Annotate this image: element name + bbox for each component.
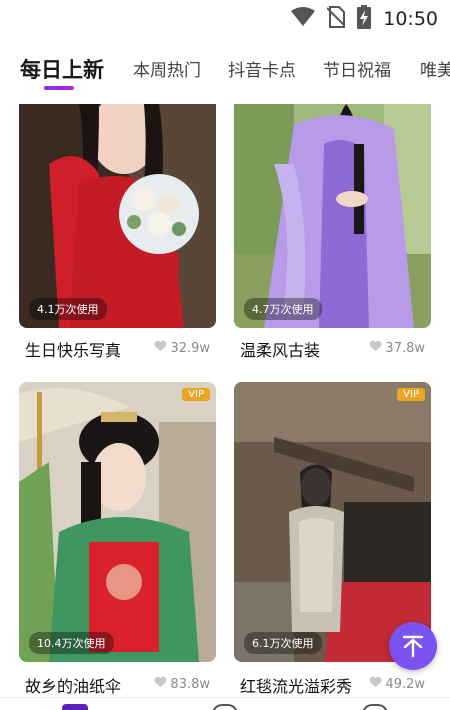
bottom-nav-profile-icon[interactable] — [362, 704, 388, 710]
template-card[interactable]: VIP 10.4万次使用 故乡的油纸伞 83.8w — [19, 382, 216, 696]
status-time: 10:50 — [383, 8, 438, 30]
template-title: 红毯流光溢彩秀 — [240, 677, 353, 696]
template-title: 温柔风古装 — [240, 341, 321, 360]
template-thumbnail[interactable]: 4.7万次使用 — [234, 104, 431, 328]
tab-weekly-hot[interactable]: 本周热门 — [133, 56, 201, 81]
tab-douyin-beat[interactable]: 抖音卡点 — [228, 56, 296, 81]
template-card[interactable]: VIP 6.1万次使用 红毯流光溢彩秀 49.2w — [234, 382, 431, 696]
back-to-top-button[interactable] — [389, 622, 437, 670]
like-count: 32.9w — [154, 340, 210, 356]
no-sim-icon — [326, 6, 346, 32]
heart-icon — [369, 676, 382, 692]
arrow-up-to-top-icon — [401, 634, 425, 662]
like-count-value: 32.9w — [170, 340, 210, 356]
template-title: 故乡的油纸伞 — [25, 677, 122, 696]
bottom-navigation — [0, 697, 450, 710]
template-card[interactable]: 4.7万次使用 温柔风古装 37.8w — [234, 104, 431, 360]
usage-count: 4.1万次使用 — [29, 298, 107, 320]
template-thumbnail[interactable]: 4.1万次使用 — [19, 104, 216, 328]
heart-icon — [154, 676, 167, 692]
like-count-value: 37.8w — [385, 340, 425, 356]
usage-count: 6.1万次使用 — [244, 632, 322, 654]
like-count: 83.8w — [154, 676, 210, 692]
template-thumbnail[interactable]: VIP 6.1万次使用 — [234, 382, 431, 662]
template-thumbnail[interactable]: VIP 10.4万次使用 — [19, 382, 216, 662]
bottom-nav-discover-icon[interactable] — [212, 704, 238, 710]
heart-icon — [369, 340, 382, 356]
tab-daily-new[interactable]: 每日上新 — [20, 54, 104, 84]
active-tab-indicator — [44, 86, 74, 90]
usage-count: 4.7万次使用 — [244, 298, 322, 320]
usage-count: 10.4万次使用 — [29, 632, 114, 654]
like-count-value: 83.8w — [170, 676, 210, 692]
like-count-value: 49.2w — [385, 676, 425, 692]
status-icons: 10:50 — [291, 5, 438, 33]
template-title: 生日快乐写真 — [25, 341, 122, 360]
vip-badge: VIP — [397, 388, 425, 401]
heart-icon — [154, 340, 167, 356]
tab-aesthetic[interactable]: 唯美 — [420, 56, 450, 81]
template-card[interactable]: 4.1万次使用 生日快乐写真 32.9w — [19, 104, 216, 360]
status-bar: 10:50 — [0, 0, 450, 36]
like-count: 37.8w — [369, 340, 425, 356]
tab-holiday-wishes[interactable]: 节日祝福 — [323, 56, 391, 81]
vip-badge: VIP — [182, 388, 210, 401]
battery-charging-icon — [357, 5, 372, 33]
like-count: 49.2w — [369, 676, 425, 692]
bottom-nav-home-icon[interactable] — [62, 704, 88, 710]
wifi-icon — [291, 7, 316, 31]
